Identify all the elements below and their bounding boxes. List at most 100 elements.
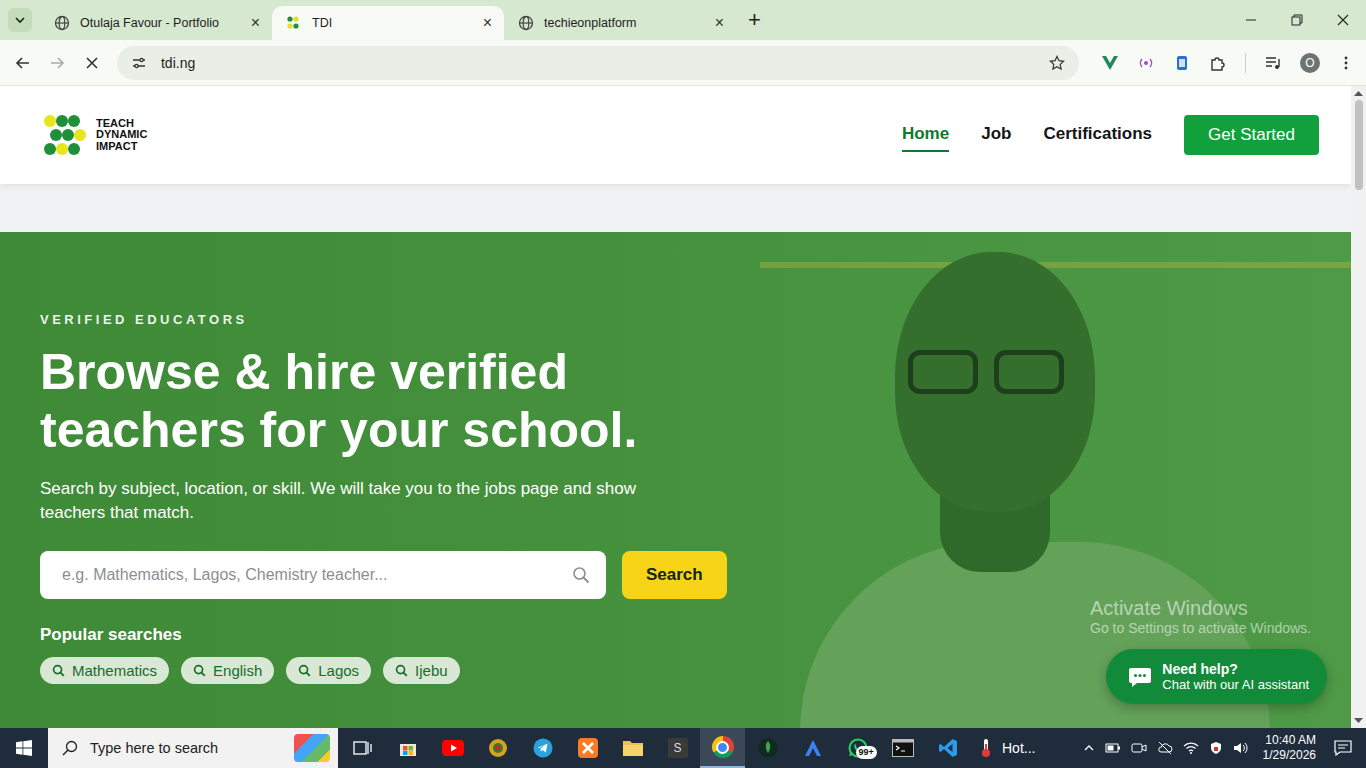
arc-app-icon (803, 738, 823, 758)
app-letter-icon: S (668, 738, 688, 758)
taskbar-app[interactable] (385, 728, 430, 768)
media-control-icon[interactable] (1264, 54, 1282, 72)
broadcast-icon[interactable] (1137, 54, 1155, 72)
site-logo[interactable]: TEACHDYNAMICIMPACT (42, 113, 147, 157)
back-button[interactable] (10, 49, 36, 77)
taskbar: Type here to search S 99+ Hot... 10:40 AM1/2… (0, 728, 1366, 768)
globe-icon (54, 15, 70, 31)
weather-widget[interactable]: Hot... (978, 738, 1035, 758)
taskbar-app[interactable] (430, 728, 475, 768)
menu-dots-icon[interactable] (1338, 55, 1354, 71)
tab-label: techieonplatform (544, 16, 705, 30)
screen: Otulaja Favour - Portfolio×TDI×techieonp… (0, 0, 1366, 768)
volume-icon[interactable] (1233, 741, 1249, 755)
mongodb-compass-icon (758, 738, 778, 758)
close-icon (1337, 14, 1349, 26)
address-text: tdi.ng (161, 55, 1035, 71)
web-page: TEACHDYNAMICIMPACT Home Job Certifications G… (0, 86, 1351, 728)
taskbar-app[interactable] (880, 728, 925, 768)
taskbar-app[interactable] (700, 728, 745, 768)
popular-searches: Mathematics English Lagos Ijebu (40, 657, 760, 684)
nav-link[interactable]: Job (981, 118, 1011, 152)
popular-search-chip[interactable]: Ijebu (383, 657, 460, 684)
logo-mark-icon (42, 113, 90, 157)
file-explorer-icon (622, 739, 644, 757)
youtube-icon (442, 740, 464, 756)
stop-loading-button[interactable] (79, 49, 105, 77)
search-button[interactable]: Search (622, 551, 727, 599)
glasses-shape (908, 350, 1064, 394)
scroll-thumb[interactable] (1355, 100, 1363, 190)
taskbar-app[interactable] (610, 728, 655, 768)
taskbar-app[interactable] (475, 728, 520, 768)
clock-time: 10:40 AM (1265, 733, 1316, 748)
show-hidden-icons-icon[interactable] (1083, 742, 1095, 754)
clock[interactable]: 10:40 AM1/29/2026 (1263, 733, 1316, 763)
notifications-icon[interactable] (1334, 740, 1352, 756)
taskbar-app[interactable] (745, 728, 790, 768)
browser-tab[interactable]: TDI× (272, 6, 504, 40)
browser-tab[interactable]: Otulaja Favour - Portfolio× (40, 6, 272, 40)
taskbar-app[interactable]: S (655, 728, 700, 768)
main-nav: Home Job Certifications Get Started (902, 115, 1319, 155)
search-icon (395, 664, 408, 677)
task-view-icon (353, 739, 373, 757)
logo-word: DYNAMIC (96, 129, 147, 141)
bookmark-star-icon[interactable] (1049, 55, 1065, 71)
start-button[interactable] (0, 728, 48, 768)
popular-search-chip[interactable]: Lagos (286, 657, 371, 684)
vue-devtools-icon[interactable] (1101, 54, 1119, 72)
minimize-button[interactable] (1228, 0, 1274, 40)
puzzle-icon[interactable] (1209, 54, 1227, 72)
tab-close-button[interactable]: × (251, 15, 260, 31)
site-favicon-icon (286, 15, 302, 31)
profile-avatar[interactable]: O (1300, 53, 1320, 73)
browser-tab[interactable]: techieonplatform × (504, 6, 736, 40)
search-icon (62, 740, 78, 756)
search-field[interactable] (40, 551, 606, 599)
taskbar-app[interactable] (925, 728, 970, 768)
chevron-down-icon (14, 14, 26, 26)
globe-icon (518, 15, 534, 31)
scrollbar[interactable] (1351, 86, 1366, 728)
clipboard-icon[interactable] (1173, 54, 1191, 72)
restore-button[interactable] (1274, 0, 1320, 40)
chat-widget[interactable]: Need help?Chat with our AI assistant (1106, 649, 1327, 704)
taskbar-app[interactable] (520, 728, 565, 768)
battery-icon[interactable] (1105, 741, 1121, 755)
taskbar-search[interactable]: Type here to search (48, 728, 338, 768)
thermometer-icon (978, 738, 994, 758)
wifi-icon[interactable] (1183, 741, 1199, 755)
weather-text: Hot... (1002, 740, 1035, 756)
scroll-down-icon[interactable] (1354, 718, 1363, 724)
chat-bubble-icon (1128, 666, 1152, 688)
taskbar-app[interactable]: 99+ (835, 728, 880, 768)
forward-button[interactable] (44, 49, 70, 77)
tab-search-button[interactable] (8, 8, 32, 32)
popular-search-chip[interactable]: English (181, 657, 274, 684)
tab-close-button[interactable]: × (483, 15, 492, 31)
address-bar[interactable]: tdi.ng (117, 46, 1079, 80)
cloud-off-icon[interactable] (1157, 741, 1173, 755)
taskbar-app[interactable] (340, 728, 385, 768)
security-shield-icon[interactable] (1209, 741, 1223, 755)
scroll-up-icon[interactable] (1354, 90, 1363, 96)
site-settings-icon (131, 55, 147, 71)
chalkboard-shape (760, 262, 1351, 268)
search-input[interactable] (60, 565, 562, 585)
tab-close-button[interactable]: × (715, 15, 724, 31)
header-spacer (0, 184, 1351, 232)
close-window-button[interactable] (1320, 0, 1366, 40)
search-row: Search (40, 551, 760, 599)
popular-search-chip[interactable]: Mathematics (40, 657, 169, 684)
meet-now-icon[interactable] (1131, 741, 1147, 755)
taskbar-app[interactable] (565, 728, 610, 768)
nav-link[interactable]: Home (902, 118, 949, 152)
nav-link[interactable]: Certifications (1043, 118, 1152, 152)
extensions-row: O (1101, 53, 1354, 73)
get-started-button[interactable]: Get Started (1184, 115, 1319, 155)
page-viewport: TEACHDYNAMICIMPACT Home Job Certifications G… (0, 86, 1366, 728)
taskbar-app[interactable] (790, 728, 835, 768)
chip-label: Ijebu (415, 662, 448, 679)
new-tab-button[interactable]: + (748, 9, 761, 31)
